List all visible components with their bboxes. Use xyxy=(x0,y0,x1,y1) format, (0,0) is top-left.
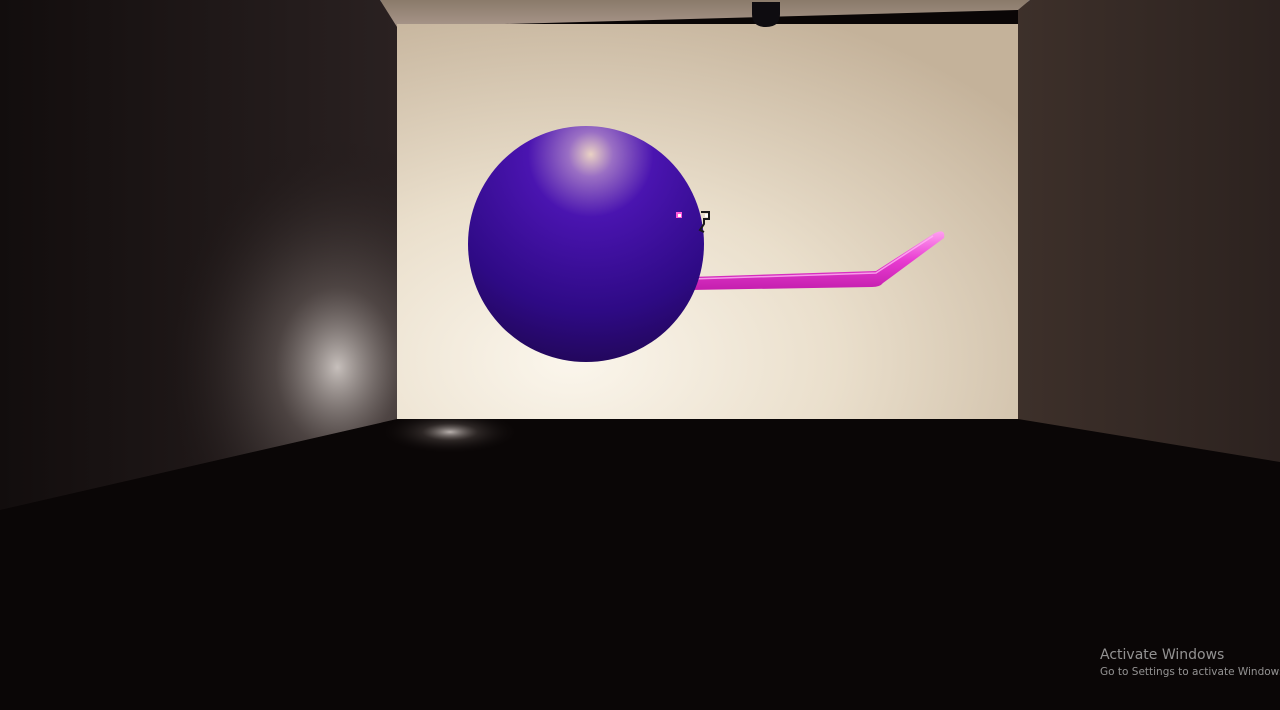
game-viewport[interactable]: Activate Windows Go to Settings to activ… xyxy=(0,0,1280,710)
scene-canvas xyxy=(0,0,1280,710)
ceiling-fixture xyxy=(752,2,780,27)
watermark-subtitle: Go to Settings to activate Windows. xyxy=(1100,666,1280,678)
activate-windows-watermark: Activate Windows Go to Settings to activ… xyxy=(1100,646,1280,680)
watermark-title: Activate Windows xyxy=(1100,647,1225,663)
right-wall xyxy=(1018,0,1280,462)
purple-sphere xyxy=(468,126,704,362)
ceiling xyxy=(380,0,1030,27)
